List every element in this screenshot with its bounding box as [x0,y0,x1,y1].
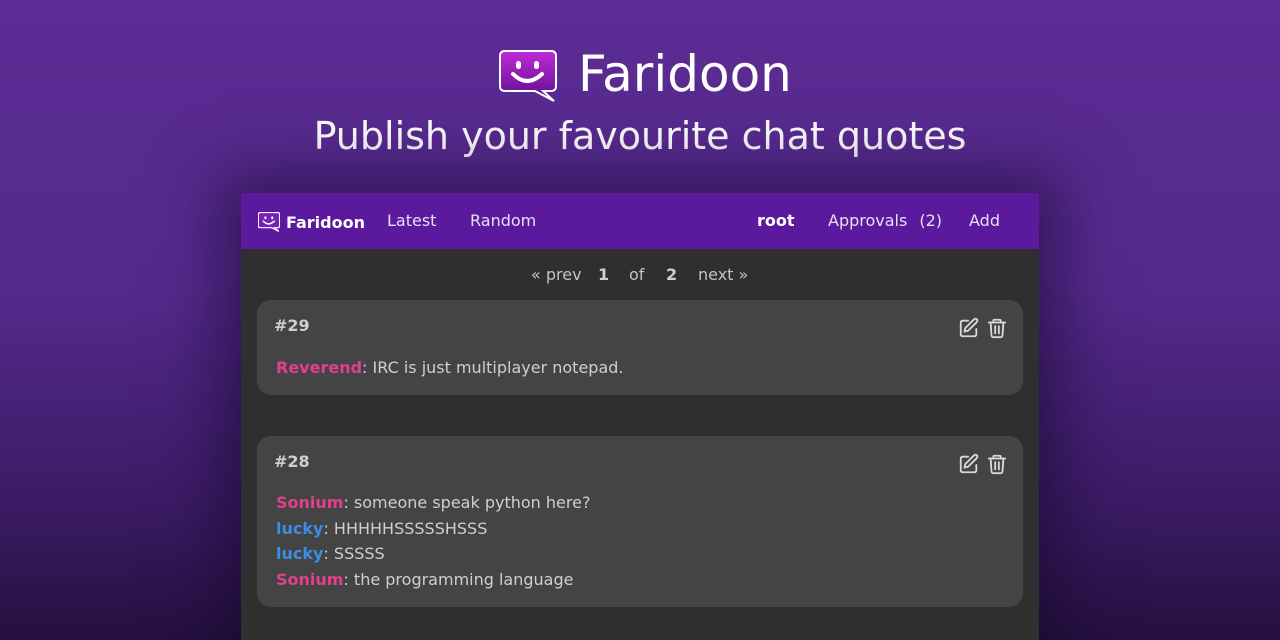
quote-body: Sonium: someone speak python here? lucky… [276,490,590,593]
smiley-speech-bubble-icon [499,50,557,102]
pagination-current-page: 1 [598,265,610,284]
quote-card: #28 Sonium: someone speak python here? l… [257,436,1023,607]
quote-line: Reverend: IRC is just multiplayer notepa… [276,355,624,381]
quote-id[interactable]: #29 [274,316,310,336]
navbar: Faridoon Latest Random root Approvals (2)… [241,193,1039,249]
app-window: Faridoon Latest Random root Approvals (2)… [241,193,1039,640]
hero-banner: Faridoon Publish your favourite chat quo… [0,0,1280,190]
quote-text: : SSSSS [323,544,385,564]
approvals-label: Approvals [828,211,908,230]
quote-line: Sonium: the programming language [276,567,590,593]
pagination: « prev 1 of 2 next » [241,265,1039,285]
nav-add-link[interactable]: Add [969,211,1000,231]
nav-latest-link[interactable]: Latest [387,211,436,231]
quote-nick: lucky [276,544,324,564]
nav-user-link[interactable]: root [757,211,795,231]
approvals-count-badge: (2) [919,211,942,230]
quote-body: Reverend: IRC is just multiplayer notepa… [276,355,624,381]
edit-pencil-icon[interactable] [958,317,980,339]
quote-text: : someone speak python here? [343,493,591,512]
quote-nick: Reverend [276,358,363,377]
hero-title: Faridoon [578,45,792,103]
quote-nick: Sonium [276,493,344,512]
nav-approvals-link[interactable]: Approvals (2) [828,211,942,231]
pagination-prev-link[interactable]: « prev [531,265,582,285]
pagination-of-label: of [629,265,645,284]
quote-nick: Sonium [276,570,344,590]
hero-subtitle: Publish your favourite chat quotes [313,114,967,158]
nav-brand[interactable]: Faridoon [258,212,365,232]
smiley-speech-bubble-icon [258,212,280,232]
quote-text: : HHHHHSSSSSHSSS [323,518,488,538]
trash-icon[interactable] [986,453,1008,475]
quote-line: lucky: HHHHHSSSSSHSSS [276,516,590,542]
edit-pencil-icon[interactable] [958,453,980,475]
pagination-next-link[interactable]: next » [698,265,748,285]
quote-nick: lucky [276,518,324,538]
pagination-total-pages[interactable]: 2 [666,265,677,285]
quote-text: : the programming language [343,570,574,590]
quote-line: lucky: SSSSS [276,541,590,567]
quote-id[interactable]: #28 [274,452,310,472]
quote-card: #29 Reverend: IRC is just multiplayer no… [257,300,1023,395]
trash-icon[interactable] [986,317,1008,339]
quote-text: : IRC is just multiplayer notepad. [362,358,624,377]
nav-random-link[interactable]: Random [470,211,536,231]
nav-brand-label: Faridoon [286,212,365,232]
quote-line: Sonium: someone speak python here? [276,490,590,516]
